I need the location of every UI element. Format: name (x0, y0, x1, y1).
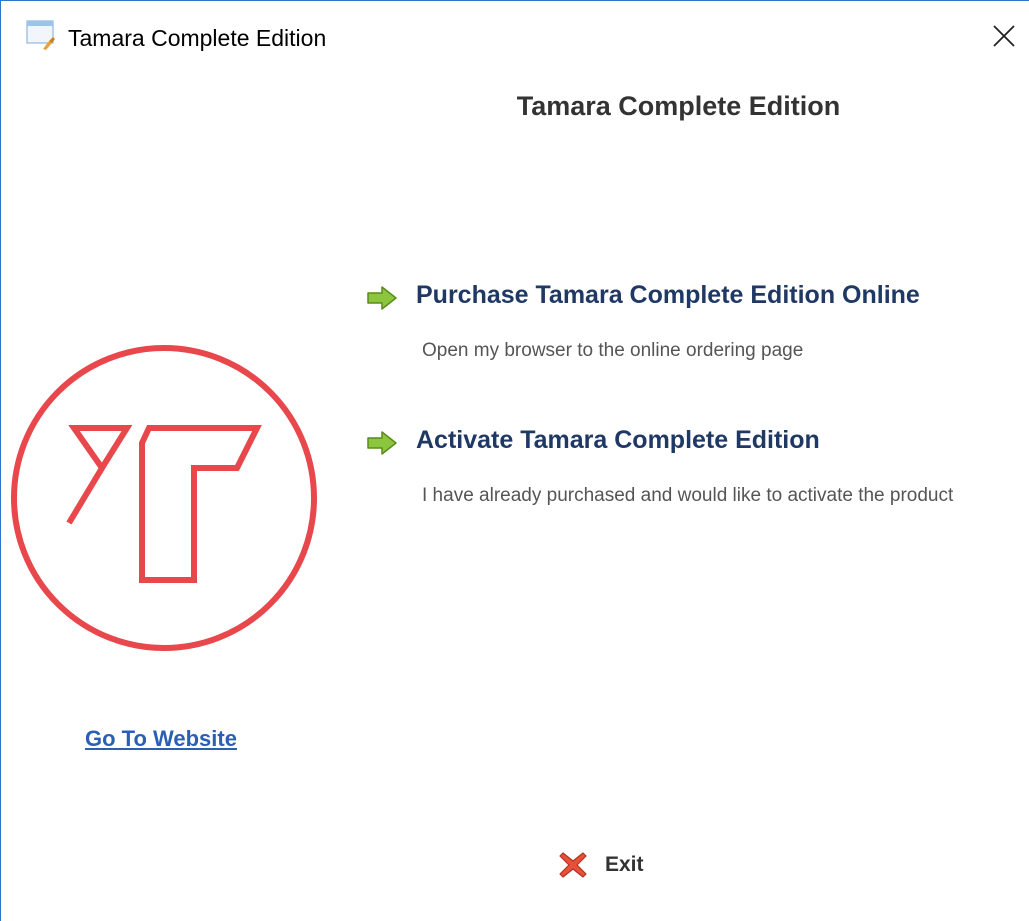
dialog-heading: Tamara Complete Edition (516, 91, 841, 121)
exit-label: Exit (605, 853, 644, 876)
go-to-website-link[interactable]: Go To Website (85, 726, 237, 752)
exit-button[interactable]: Exit (557, 847, 644, 883)
window-title: Tamara Complete Edition (68, 25, 327, 51)
green-arrow-icon (367, 431, 397, 455)
close-icon (993, 25, 1015, 47)
activate-description: I have already purchased and would like … (422, 485, 954, 506)
close-button[interactable] (979, 11, 1029, 61)
tamara-logo-icon (11, 345, 317, 651)
app-window: Tamara Complete Edition Tamara Complete … (0, 0, 1029, 921)
green-arrow-icon (367, 286, 397, 310)
purchase-description: Open my browser to the online ordering p… (422, 340, 804, 361)
activate-link[interactable]: Activate Tamara Complete Edition (416, 426, 820, 455)
app-icon (26, 20, 55, 50)
purchase-online-link[interactable]: Purchase Tamara Complete Edition Online (416, 281, 920, 310)
red-x-icon (559, 852, 587, 878)
title-bar: Tamara Complete Edition (1, 1, 1029, 75)
